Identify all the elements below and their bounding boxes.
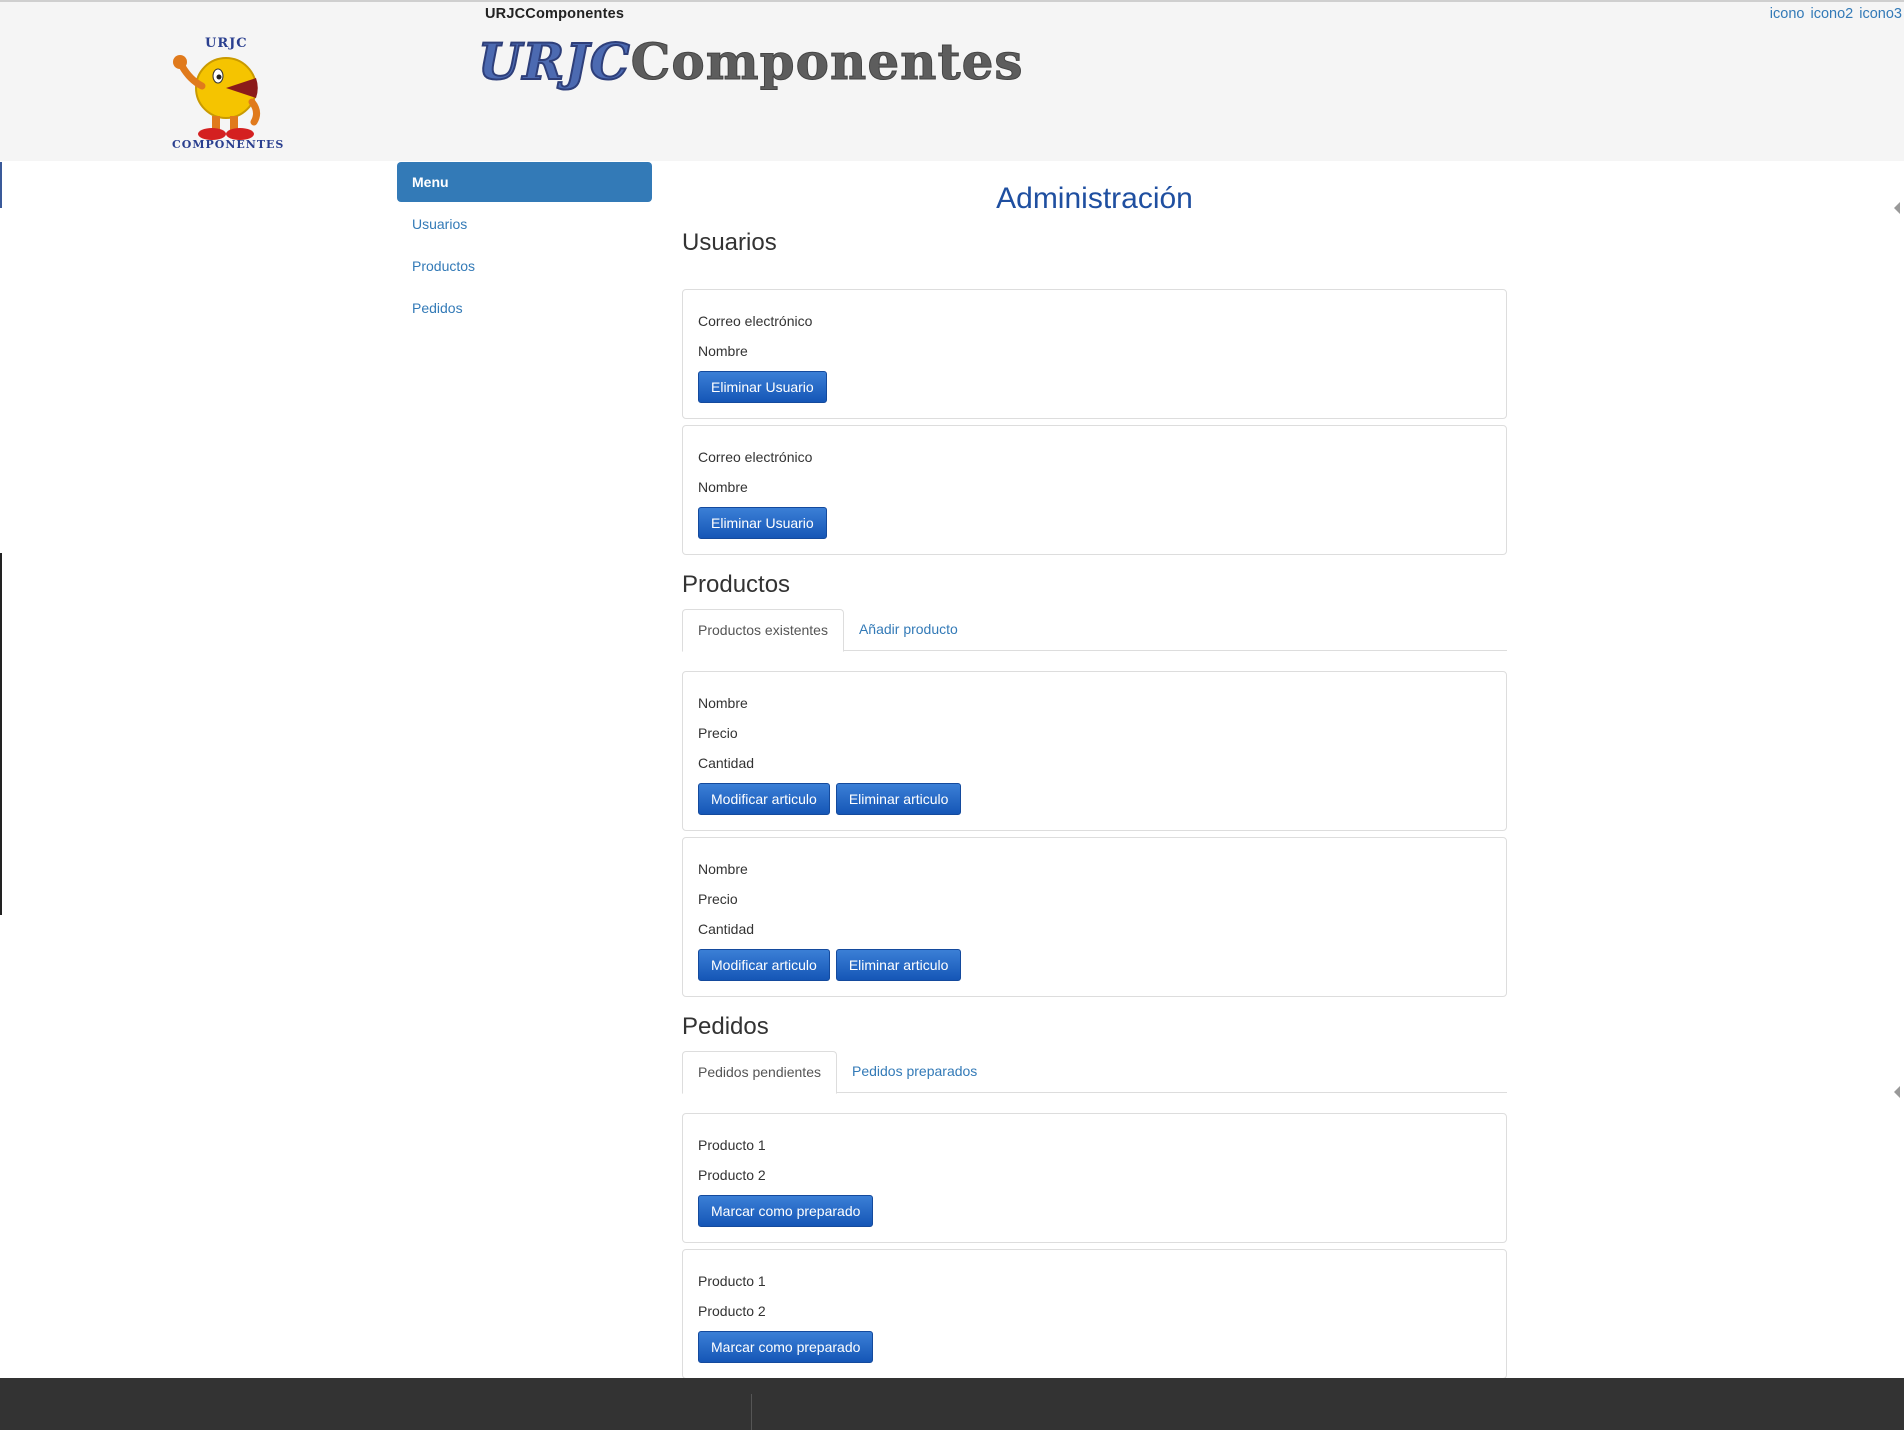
icono-link[interactable]: icono (1770, 6, 1805, 22)
mark-prepared-button[interactable]: Marcar como preparado (698, 1331, 874, 1363)
order-item: Producto 1 (698, 1137, 766, 1153)
icono3-link[interactable]: icono3 (1859, 6, 1902, 22)
header-icon-links: icono icono2 icono3 (1768, 6, 1902, 22)
banner-part1: URJC (477, 31, 631, 92)
section-title-usuarios: Usuarios (682, 229, 777, 256)
left-edge-marker (0, 553, 2, 915)
product-card: Nombre Precio Cantidad Modificar articul… (682, 671, 1507, 831)
product-card: Nombre Precio Cantidad Modificar articul… (682, 837, 1507, 997)
logo[interactable]: URJC COMPONENTES (168, 36, 288, 154)
footer (0, 1378, 1904, 1430)
delete-article-button[interactable]: Eliminar articulo (835, 783, 962, 815)
collapse-arrow-icon[interactable] (1894, 202, 1900, 214)
logo-text-bottom: COMPONENTES (172, 138, 285, 151)
footer-divider (751, 1394, 752, 1430)
order-item: Producto 2 (698, 1167, 766, 1183)
user-card: Correo electrónico Nombre Eliminar Usuar… (682, 425, 1507, 555)
email-label: Correo electrónico (698, 449, 813, 465)
page-title: Administración (996, 182, 1193, 215)
name-label: Nombre (698, 479, 748, 495)
email-label: Correo electrónico (698, 313, 813, 329)
main-content: Administración Usuarios Correo electróni… (682, 162, 1507, 1385)
logo-text-top: URJC (205, 36, 248, 51)
collapse-arrow-icon[interactable] (1894, 1086, 1900, 1098)
section-title-pedidos: Pedidos (682, 1013, 769, 1040)
name-label: Nombre (698, 343, 748, 359)
order-item: Producto 2 (698, 1303, 766, 1319)
productos-tabs: Productos existentes Añadir producto (682, 609, 1507, 652)
section-title-productos: Productos (682, 571, 791, 598)
delete-user-button[interactable]: Eliminar Usuario (698, 371, 827, 403)
modify-article-button[interactable]: Modificar articulo (698, 949, 830, 981)
menu-header: Menu (397, 162, 652, 202)
delete-article-button[interactable]: Eliminar articulo (835, 949, 962, 981)
tab-anadir-producto[interactable]: Añadir producto (844, 609, 973, 650)
product-qty-label: Cantidad (698, 921, 755, 937)
product-qty-label: Cantidad (698, 755, 755, 771)
site-header: URJCComponentes icono icono2 icono3 URJC… (0, 2, 1904, 161)
sidebar-item-productos[interactable]: Productos (397, 244, 652, 286)
tab-pedidos-preparados[interactable]: Pedidos preparados (837, 1051, 992, 1092)
product-price-label: Precio (698, 725, 738, 741)
user-card: Correo electrónico Nombre Eliminar Usuar… (682, 289, 1507, 419)
tab-productos-existentes[interactable]: Productos existentes (682, 609, 844, 652)
order-item: Producto 1 (698, 1273, 766, 1289)
order-card: Producto 1 Producto 2 Marcar como prepar… (682, 1249, 1507, 1379)
delete-user-button[interactable]: Eliminar Usuario (698, 507, 827, 539)
product-price-label: Precio (698, 891, 738, 907)
sidebar-menu: Menu Usuarios Productos Pedidos (397, 162, 652, 328)
tab-pedidos-pendientes[interactable]: Pedidos pendientes (682, 1051, 837, 1094)
product-name-label: Nombre (698, 695, 748, 711)
banner-title: URJCComponentes (477, 31, 1024, 92)
pacman-mascot-icon (173, 55, 261, 140)
banner-part2: Componentes (630, 32, 1024, 92)
product-name-label: Nombre (698, 861, 748, 877)
mark-prepared-button[interactable]: Marcar como preparado (698, 1195, 874, 1227)
order-card: Producto 1 Producto 2 Marcar como prepar… (682, 1113, 1507, 1243)
sidebar-item-usuarios[interactable]: Usuarios (397, 202, 652, 244)
left-edge-marker (0, 162, 2, 208)
icono2-link[interactable]: icono2 (1811, 6, 1854, 22)
sidebar-item-pedidos[interactable]: Pedidos (397, 286, 652, 328)
modify-article-button[interactable]: Modificar articulo (698, 783, 830, 815)
pedidos-tabs: Pedidos pendientes Pedidos preparados (682, 1051, 1507, 1094)
site-name: URJCComponentes (485, 6, 625, 22)
